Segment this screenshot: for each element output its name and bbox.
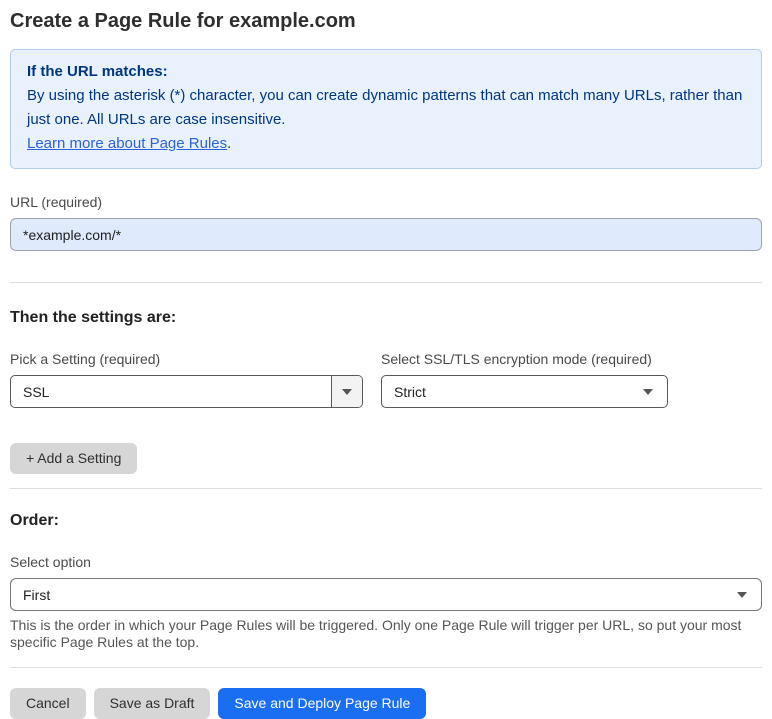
url-input[interactable] (10, 218, 762, 251)
setting-picker-column: Pick a Setting (required) SSL (10, 351, 363, 408)
cancel-button[interactable]: Cancel (10, 688, 86, 719)
order-select-arrow (737, 591, 761, 598)
divider-url-settings (10, 282, 762, 283)
caret-down-icon (342, 388, 352, 395)
url-match-info-box: If the URL matches: By using the asteris… (10, 49, 762, 169)
settings-section-heading: Then the settings are: (10, 309, 177, 326)
info-box-link-line: Learn more about Page Rules. (27, 132, 745, 156)
divider-footer (10, 667, 762, 668)
setting-picker-value: SSL (23, 383, 50, 400)
info-box-heading: If the URL matches: (27, 63, 168, 80)
order-select-value: First (23, 586, 51, 603)
save-draft-button[interactable]: Save as Draft (93, 688, 211, 719)
order-select[interactable]: First (10, 578, 762, 611)
page-title: Create a Page Rule for example.com (10, 10, 356, 32)
learn-more-link[interactable]: Learn more about Page Rules (27, 135, 227, 152)
order-help-text: This is the order in which your Page Rul… (10, 617, 742, 650)
setting-picker-arrow-button[interactable] (331, 376, 362, 407)
order-select-label: Select option (10, 554, 91, 570)
settings-pickers-row: Pick a Setting (required) SSL Select SSL… (10, 351, 762, 408)
divider-settings-order (10, 488, 762, 489)
setting-picker-select[interactable]: SSL (10, 375, 363, 408)
mode-picker-select[interactable]: Strict (381, 375, 668, 408)
url-field-label: URL (required) (10, 194, 103, 210)
save-deploy-button[interactable]: Save and Deploy Page Rule (218, 688, 427, 719)
info-box-body: By using the asterisk (*) character, you… (27, 87, 743, 128)
link-period: . (227, 135, 232, 152)
caret-down-icon (737, 591, 747, 598)
mode-picker-value: Strict (394, 383, 426, 400)
mode-picker-label: Select SSL/TLS encryption mode (required… (381, 351, 652, 367)
setting-picker-label: Pick a Setting (required) (10, 351, 161, 367)
page-rule-form: Create a Page Rule for example.com If th… (0, 0, 772, 719)
add-setting-button[interactable]: + Add a Setting (10, 443, 138, 474)
caret-down-icon (643, 388, 653, 395)
mode-picker-column: Select SSL/TLS encryption mode (required… (381, 351, 668, 408)
order-section-heading: Order: (10, 512, 59, 529)
mode-picker-arrow (643, 388, 667, 395)
footer-actions: Cancel Save as Draft Save and Deploy Pag… (10, 688, 762, 719)
